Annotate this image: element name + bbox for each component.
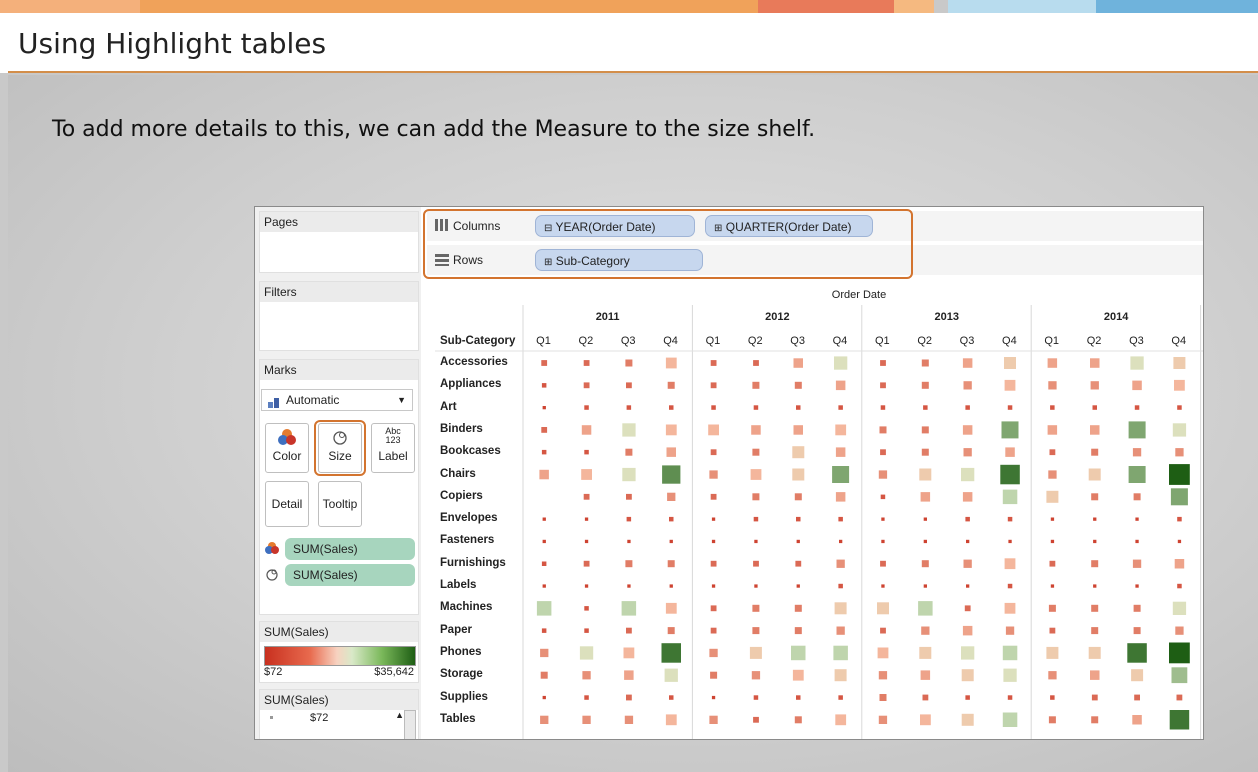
row-label: Tables xyxy=(440,712,476,725)
tableau-screenshot: Pages Filters Marks Automatic ▼ Color Si… xyxy=(254,206,1204,740)
quarter-header: Q3 xyxy=(790,335,805,347)
row-label: Art xyxy=(440,400,457,413)
row-label: Bookcases xyxy=(440,445,501,458)
quarter-header: Q1 xyxy=(705,335,721,347)
quarter-header: Q3 xyxy=(959,335,975,347)
row-label: Furnishings xyxy=(440,556,506,569)
row-label: Chairs xyxy=(440,467,476,480)
quarter-header: Q3 xyxy=(1129,335,1144,347)
row-label: Binders xyxy=(440,422,483,435)
year-header-2012: 2012 xyxy=(765,311,790,323)
quarter-header: Q1 xyxy=(874,335,890,347)
quarter-header: Q2 xyxy=(1086,335,1102,347)
slide-header: Using Highlight tables xyxy=(0,13,1258,73)
slide-lead-text: To add more details to this, we can add … xyxy=(52,117,816,142)
quarter-header: Q4 xyxy=(832,335,848,347)
slide-title: Using Highlight tables xyxy=(18,27,327,60)
title-underline xyxy=(8,71,1258,73)
row-label: Supplies xyxy=(440,690,488,703)
row-label: Labels xyxy=(440,579,477,591)
row-label: Copiers xyxy=(440,489,483,502)
year-header-2014: 2014 xyxy=(1103,311,1129,323)
top-accent-bar xyxy=(0,0,1258,13)
row-label: Paper xyxy=(440,623,472,636)
quarter-header: Q2 xyxy=(578,335,594,347)
row-label: Envelopes xyxy=(440,512,498,525)
quarter-header: Q4 xyxy=(1002,335,1017,347)
row-label: Accessories xyxy=(440,356,508,368)
axis-title-order-date: Order Date xyxy=(831,289,887,301)
year-header-2011: 2011 xyxy=(595,311,620,323)
row-label: Appliances xyxy=(440,378,502,391)
row-label: Fasteners xyxy=(440,534,495,547)
year-header-2013: 2013 xyxy=(934,311,959,323)
quarter-header: Q2 xyxy=(917,335,932,347)
row-label: Machines xyxy=(440,601,493,614)
quarter-header: Q2 xyxy=(747,335,763,347)
quarter-header: Q1 xyxy=(536,335,551,347)
quarter-header: Q4 xyxy=(663,335,678,347)
row-label: Phones xyxy=(440,645,482,658)
quarter-header: Q4 xyxy=(1171,335,1187,347)
highlight-table-labels: Order Date 2011 Q1 Q2 Q3 Q4 2012 Q1 Q2 Q3 Q4 2013 Q1… xyxy=(255,207,1203,739)
quarter-header: Q1 xyxy=(1044,335,1060,347)
row-label: Storage xyxy=(440,668,483,681)
row-header-sub-category: Sub-Category xyxy=(440,335,516,347)
quarter-header: Q3 xyxy=(620,335,636,347)
